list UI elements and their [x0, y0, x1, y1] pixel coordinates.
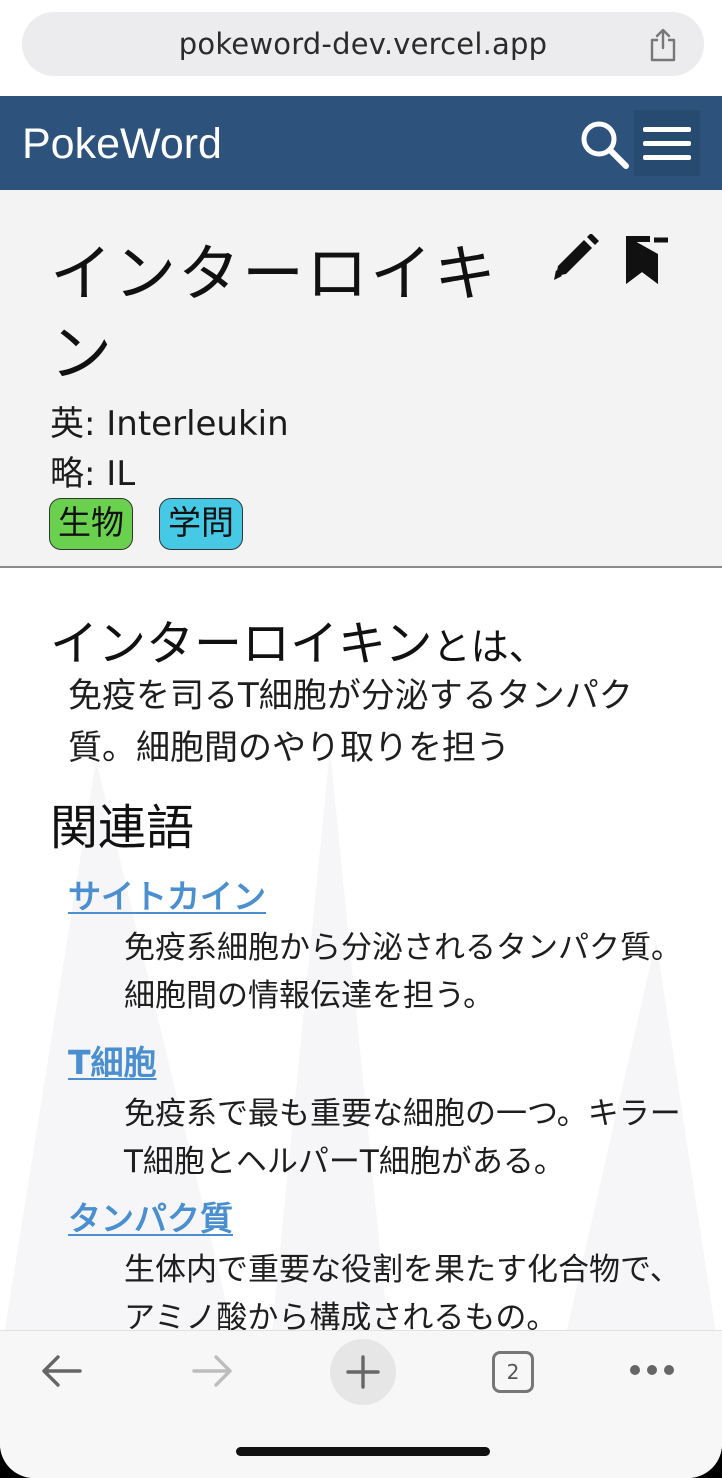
browser-top-bar: pokeword-dev.vercel.app [0, 0, 722, 96]
address-bar[interactable]: pokeword-dev.vercel.app [22, 12, 704, 76]
word-title: インターロイキン [50, 237, 499, 390]
phone-screen: pokeword-dev.vercel.app PokeWord インターロイキ… [0, 0, 722, 1478]
search-icon[interactable] [578, 118, 630, 170]
related-item: T細胞 免疫系で最も重要な細胞の一つ。キラーT細胞とヘルパーT細胞がある。 [68, 1036, 688, 1186]
home-indicator [236, 1447, 490, 1456]
menu-line [643, 126, 691, 132]
related-item: タンパク質 生体内で重要な役割を果たす化合物で、アミノ酸から構成されるもの。 [68, 1192, 688, 1330]
definition-suffix: とは、 [432, 625, 547, 669]
app-header: PokeWord [0, 96, 722, 190]
brand-logo[interactable]: PokeWord [22, 120, 222, 169]
new-tab-button[interactable] [330, 1339, 396, 1405]
definition-body: 免疫を司るT細胞が分泌するタンパク質。細胞間のやり取りを担う [68, 676, 633, 768]
related-description: 免疫系細胞から分泌されるタンパク質。細胞間の情報伝達を担う。 [124, 930, 682, 1014]
share-icon[interactable] [648, 28, 678, 62]
related-words-heading: 関連語 [50, 800, 195, 856]
more-options-icon[interactable] [630, 1365, 674, 1377]
related-link-protein[interactable]: タンパク質 [68, 1192, 233, 1240]
related-description: 生体内で重要な役割を果たす化合物で、アミノ酸から構成されるもの。 [124, 1252, 681, 1330]
hamburger-menu-button[interactable] [634, 110, 700, 176]
dot [647, 1365, 657, 1375]
back-arrow-icon[interactable] [40, 1353, 84, 1389]
browser-bottom-toolbar: 2 [0, 1330, 722, 1478]
forward-arrow-icon[interactable] [190, 1353, 234, 1389]
definition-heading: インターロイキンとは、 [50, 604, 547, 674]
url-text: pokeword-dev.vercel.app [178, 27, 548, 61]
dot [664, 1365, 674, 1375]
definition-term: インターロイキン [50, 616, 433, 672]
related-description: 免疫系で最も重要な細胞の一つ。キラーT細胞とヘルパーT細胞がある。 [124, 1096, 681, 1180]
plus-icon [346, 1355, 380, 1389]
menu-line [643, 140, 691, 146]
bookmark-add-icon[interactable] [622, 234, 670, 286]
abbreviation: 略: IL [50, 454, 136, 494]
related-link-t-cell[interactable]: T細胞 [68, 1036, 157, 1084]
tabs-button[interactable]: 2 [492, 1351, 534, 1393]
tag-academics[interactable]: 学問 [159, 498, 243, 550]
related-link-cytokine[interactable]: サイトカイン [68, 870, 266, 918]
pencil-edit-icon[interactable] [548, 234, 606, 284]
related-item: サイトカイン 免疫系細胞から分泌されるタンパク質。細胞間の情報伝達を担う。 [68, 870, 688, 1020]
word-card: インターロイキン 英: Interleukin 略: IL 生物 学問 [0, 190, 722, 568]
english-name: 英: Interleukin [50, 404, 289, 444]
tag-biology[interactable]: 生物 [49, 498, 133, 550]
menu-line [643, 154, 691, 160]
word-content: インターロイキンとは、 免疫を司るT細胞が分泌するタンパク質。細胞間のやり取りを… [0, 570, 722, 1330]
dot [630, 1365, 640, 1375]
